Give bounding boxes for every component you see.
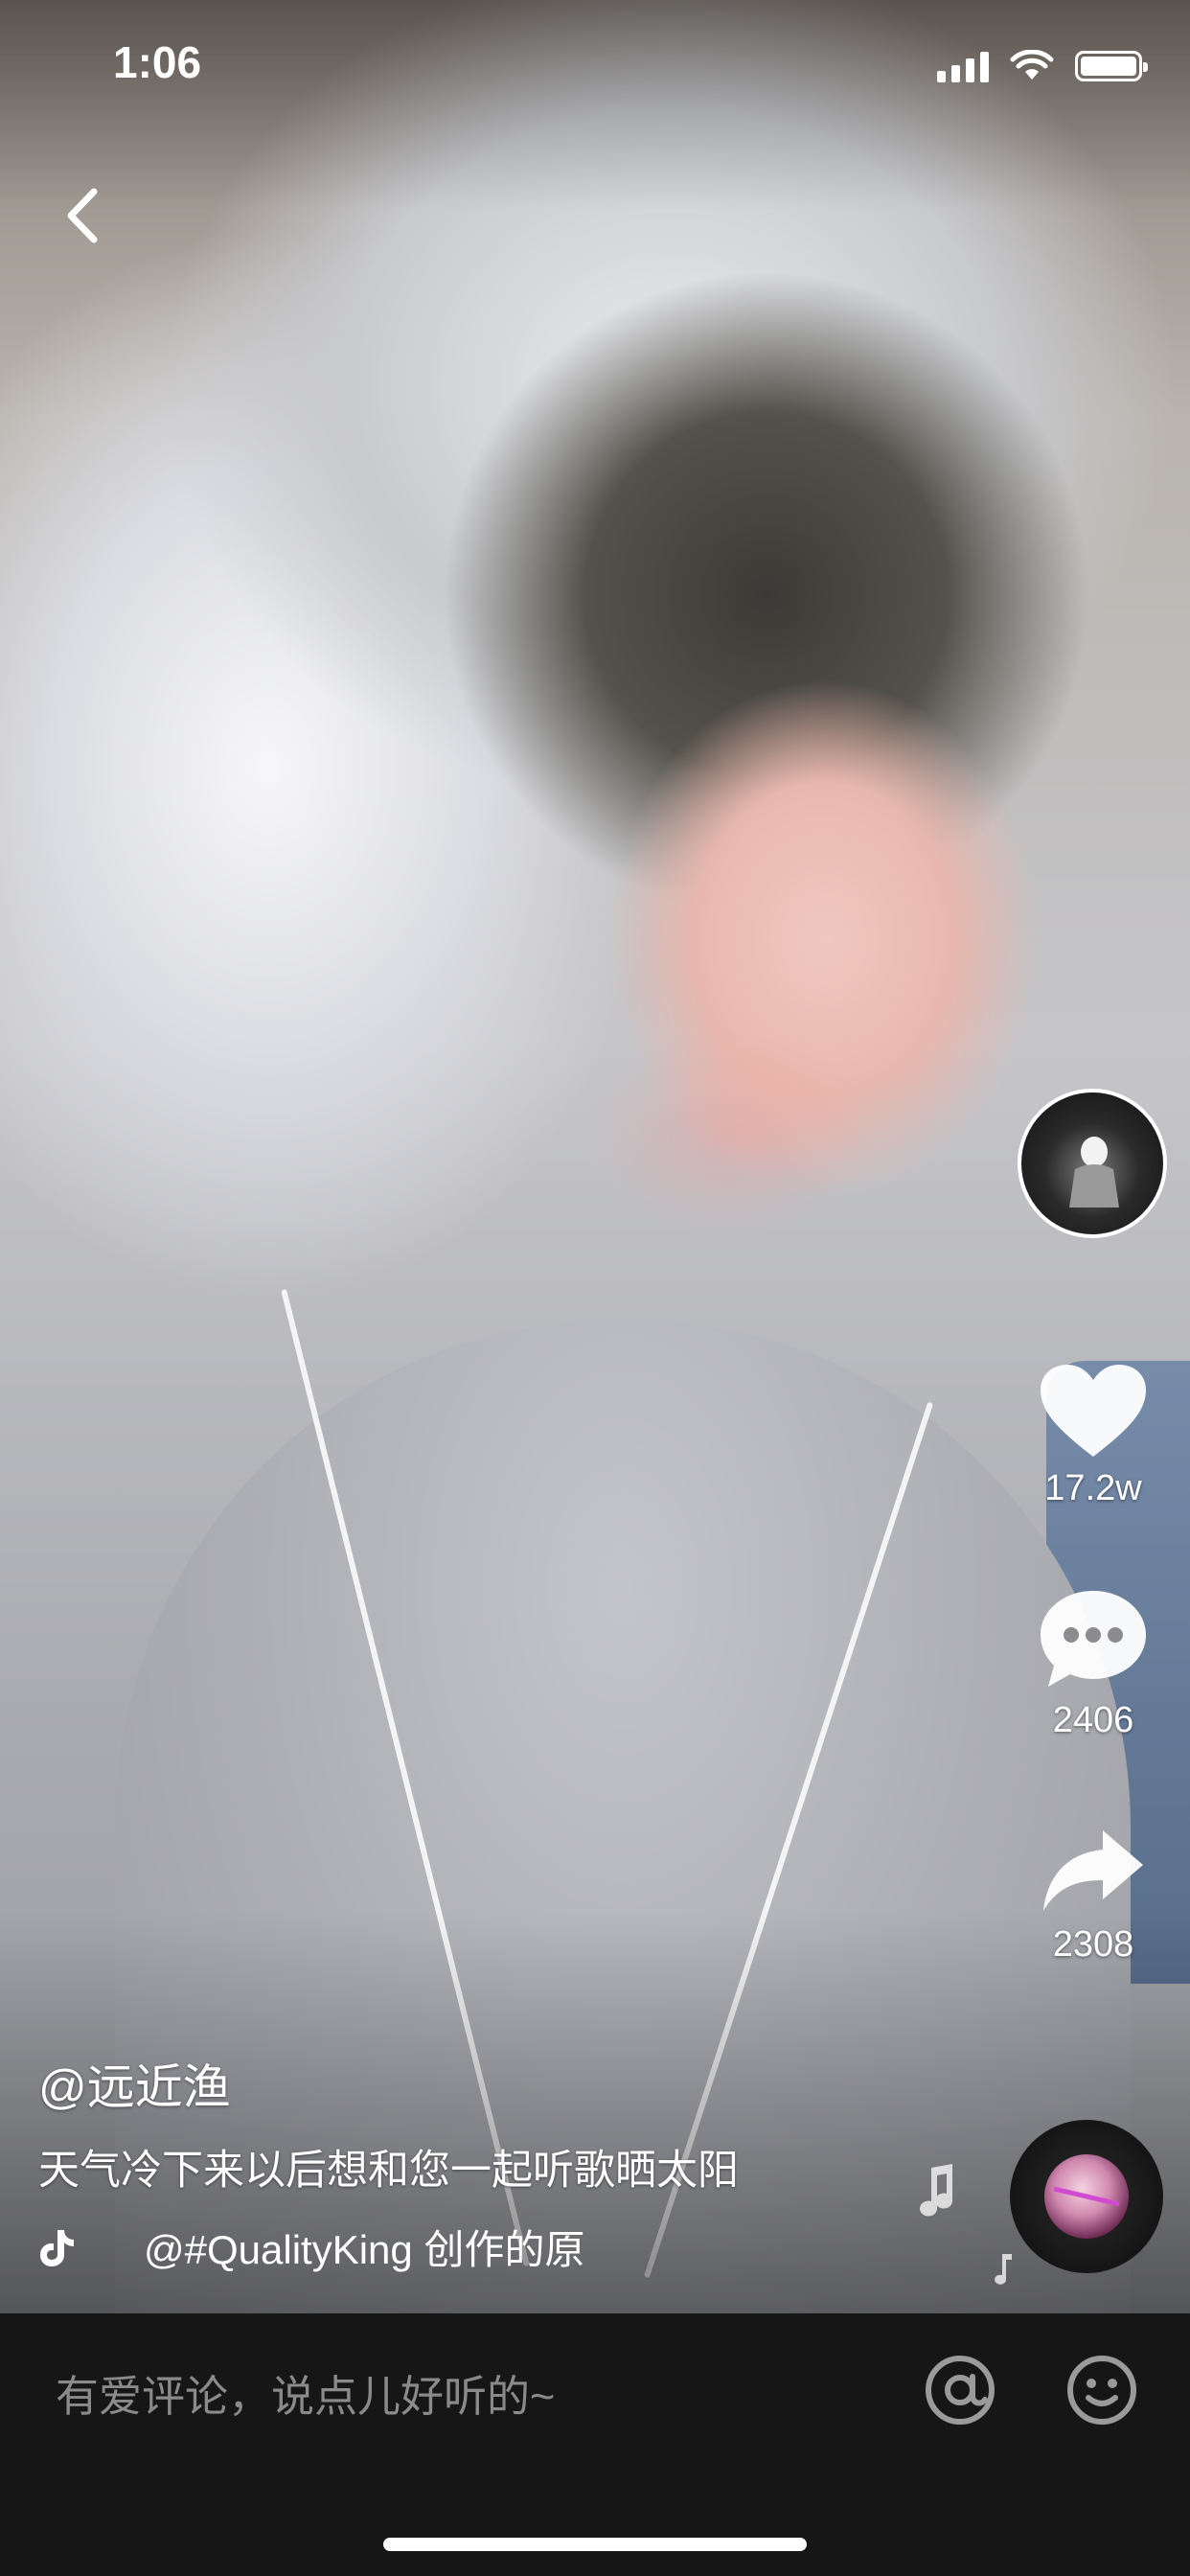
creator-avatar[interactable] [1018,1089,1167,1238]
at-sign-icon[interactable] [922,2352,998,2428]
author-name[interactable]: @远近渔 [38,2049,231,2118]
tiktok-note-icon [40,2229,74,2266]
wifi-icon [1010,50,1054,80]
music-cover [1044,2154,1129,2239]
status-icons [937,50,1148,82]
music-note-icon [920,2164,953,2217]
status-time: 1:06 [113,37,202,87]
video-feed-screen: 1:06 17.2w 2406 2308 @远近渔 天气冷下来以后想和您一起听歌… [0,0,1190,2576]
comment-input[interactable]: 有爱评论，说点儿好听的~ [56,2361,555,2424]
heart-icon [1041,1365,1146,1457]
share-count: 2308 [1052,1924,1134,1965]
share-button[interactable]: 2308 [1021,1827,1165,1966]
home-indicator[interactable] [383,2538,807,2551]
comment-button[interactable]: 2406 [1021,1587,1165,1741]
music-marquee[interactable]: @#QualityKing 创作的原 [38,2218,671,2276]
comment-bar [0,2313,1190,2576]
emoji-face-icon[interactable] [1064,2352,1140,2428]
comment-bubble-icon [1041,1591,1146,1687]
share-arrow-icon [1043,1830,1143,1911]
battery-icon [1075,51,1148,81]
cellular-signal-icon [937,50,989,82]
avatar-figure [1069,1137,1119,1208]
music-note-icon [995,2254,1012,2285]
comment-count: 2406 [1052,1700,1134,1740]
like-button[interactable]: 17.2w [1021,1361,1165,1509]
music-title: @#QualityKing 创作的原 [144,2227,585,2272]
post-caption[interactable]: 天气冷下来以后想和您一起听歌晒太阳 [38,2137,739,2196]
chevron-left-icon[interactable] [57,182,115,249]
like-count: 17.2w [1044,1468,1142,1508]
video-player[interactable] [0,0,1190,2313]
music-disc[interactable] [1010,2120,1163,2273]
